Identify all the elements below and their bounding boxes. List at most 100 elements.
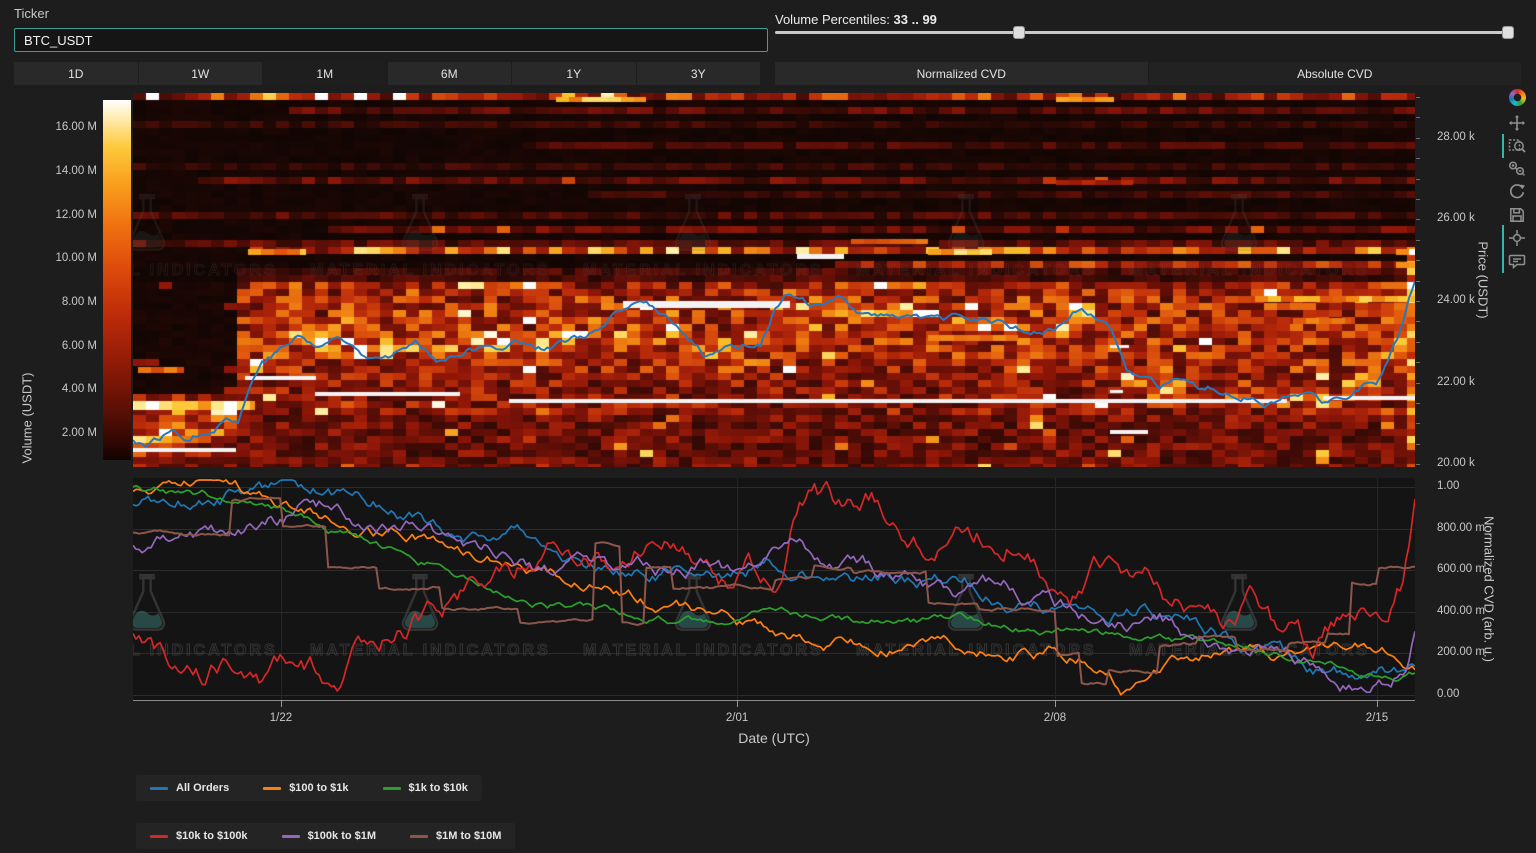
price-minor-tick [1416, 240, 1420, 241]
price-minor-tick [1416, 158, 1420, 159]
ticker-input[interactable] [14, 28, 768, 52]
legend-item-all-orders[interactable]: All Orders [150, 782, 229, 794]
x-axis-tick-label: 2/15 [1361, 712, 1393, 724]
legend-label: All Orders [176, 782, 229, 794]
x-axis-tick-label: 1/22 [265, 712, 297, 724]
volume-tick-label: 10.00 M [30, 252, 97, 264]
range-button-3y[interactable]: 3Y [637, 62, 761, 85]
normalized-cvd-button[interactable]: Normalized CVD [775, 62, 1148, 85]
legend-swatch [150, 787, 168, 790]
volume-tick-label: 8.00 M [30, 296, 97, 308]
range-button-1y[interactable]: 1Y [512, 62, 636, 85]
price-minor-tick [1416, 219, 1420, 220]
price-minor-tick [1416, 403, 1420, 404]
spikelines-icon[interactable] [1505, 227, 1529, 249]
cvd-tick-label: 600.00 m [1437, 563, 1485, 575]
volume-tick-label: 4.00 M [30, 383, 97, 395]
cvd-line-5 [133, 498, 1415, 685]
price-minor-tick [1416, 423, 1420, 424]
save-icon[interactable] [1505, 204, 1529, 226]
price-minor-tick [1416, 97, 1420, 98]
range-button-1w[interactable]: 1W [139, 62, 263, 85]
legend-item--100k-to-1m[interactable]: $100k to $1M [282, 830, 376, 842]
legend-label: $10k to $100k [176, 830, 248, 842]
legend-item--1k-to-10k[interactable]: $1k to $10k [383, 782, 468, 794]
ticker-label: Ticker [14, 6, 49, 21]
x-axis-line [133, 700, 1415, 701]
x-axis-tick-label: 2/01 [721, 712, 753, 724]
price-minor-tick [1416, 383, 1420, 384]
firecharts-app: Ticker 1D1W1M6M1Y3Y Volume Percentiles: … [0, 0, 1536, 853]
price-axis-title: Price (USDT) [1476, 241, 1491, 318]
cvd-tick-label: 400.00 m [1437, 605, 1485, 617]
normalized-cvd-chart[interactable]: MATERIAL INDICATORS MATERIAL INDICATORS … [133, 478, 1415, 700]
range-button-group: 1D1W1M6M1Y3Y [14, 62, 760, 85]
x-axis-tick-mark [737, 700, 738, 707]
x-axis-tick-mark [281, 700, 282, 707]
box-zoom-icon[interactable] [1505, 135, 1529, 157]
price-minor-tick [1416, 321, 1420, 322]
legend-item--10k-to-100k[interactable]: $10k to $100k [150, 830, 248, 842]
price-tick-label: 24.00 k [1437, 294, 1475, 306]
price-minor-tick [1416, 464, 1420, 465]
volume-percentiles-value: 33 .. 99 [894, 12, 937, 27]
range-button-1d[interactable]: 1D [14, 62, 138, 85]
range-button-6m[interactable]: 6M [388, 62, 512, 85]
price-minor-tick [1416, 444, 1420, 445]
cvd-axis-title: Normalized CVD (arb. u.) [1482, 516, 1497, 662]
cvd-button-group: Normalized CVDAbsolute CVD [775, 62, 1521, 85]
volume-tick-label: 2.00 M [30, 427, 97, 439]
cvd-tick-label: 1.00 [1437, 480, 1459, 492]
slider-handle-low[interactable] [1013, 26, 1025, 39]
price-tick-label: 22.00 k [1437, 376, 1475, 388]
plotly-modebar [1505, 86, 1531, 273]
range-button-1m[interactable]: 1M [263, 62, 387, 85]
volume-tick-label: 6.00 M [30, 340, 97, 352]
volume-percentiles-label: Volume Percentiles: 33 .. 99 [775, 12, 937, 27]
legend-swatch [263, 787, 281, 790]
legend-label: $1k to $10k [409, 782, 468, 794]
absolute-cvd-button[interactable]: Absolute CVD [1149, 62, 1522, 85]
price-minor-tick [1416, 301, 1420, 302]
price-minor-tick [1416, 179, 1420, 180]
reset-axes-icon[interactable] [1505, 181, 1529, 203]
price-minor-tick [1416, 138, 1420, 139]
price-tick-label: 20.00 k [1437, 457, 1475, 469]
price-minor-tick [1416, 260, 1420, 261]
price-tick-label: 26.00 k [1437, 212, 1475, 224]
price-line-overlay [133, 93, 1415, 467]
legend-item--100-to-1k[interactable]: $100 to $1k [263, 782, 348, 794]
liquidity-heatmap[interactable]: MATERIAL INDICATORS MATERIAL INDICATORS … [133, 93, 1415, 467]
legend-swatch [383, 787, 401, 790]
legend-label: $100 to $1k [289, 782, 348, 794]
plotly-logo-icon[interactable] [1505, 86, 1529, 108]
legend-label: $100k to $1M [308, 830, 376, 842]
hover-tooltip-icon[interactable] [1505, 250, 1529, 272]
volume-percentiles-caption: Volume Percentiles: [775, 12, 890, 27]
zoom-in-out-icon[interactable] [1505, 158, 1529, 180]
price-minor-tick [1416, 281, 1420, 282]
price-minor-tick [1416, 342, 1420, 343]
x-axis-tick-mark [1055, 700, 1056, 707]
legend-row-1: All Orders $100 to $1k $1k to $10k [136, 775, 482, 801]
legend-swatch [150, 835, 168, 838]
price-line [133, 281, 1415, 446]
price-minor-tick [1416, 199, 1420, 200]
volume-percentile-slider[interactable] [775, 31, 1513, 34]
legend-label: $1M to $10M [436, 830, 501, 842]
pan-icon[interactable] [1505, 112, 1529, 134]
legend-item--1m-to-10m[interactable]: $1M to $10M [410, 830, 501, 842]
price-minor-tick [1416, 117, 1420, 118]
volume-axis-title: Volume (USDT) [20, 372, 35, 463]
legend-row-2: $10k to $100k $100k to $1M $1M to $10M [136, 823, 515, 849]
volume-colorbar [103, 100, 131, 460]
cvd-tick-label: 800.00 m [1437, 522, 1485, 534]
cvd-tick-label: 0.00 [1437, 688, 1459, 700]
x-axis-tick-mark [1377, 700, 1378, 707]
legend-swatch [410, 835, 428, 838]
price-minor-tick [1416, 362, 1420, 363]
slider-handle-high[interactable] [1502, 26, 1514, 39]
volume-tick-label: 12.00 M [30, 209, 97, 221]
cvd-series-lines [133, 478, 1415, 700]
legend-swatch [282, 835, 300, 838]
